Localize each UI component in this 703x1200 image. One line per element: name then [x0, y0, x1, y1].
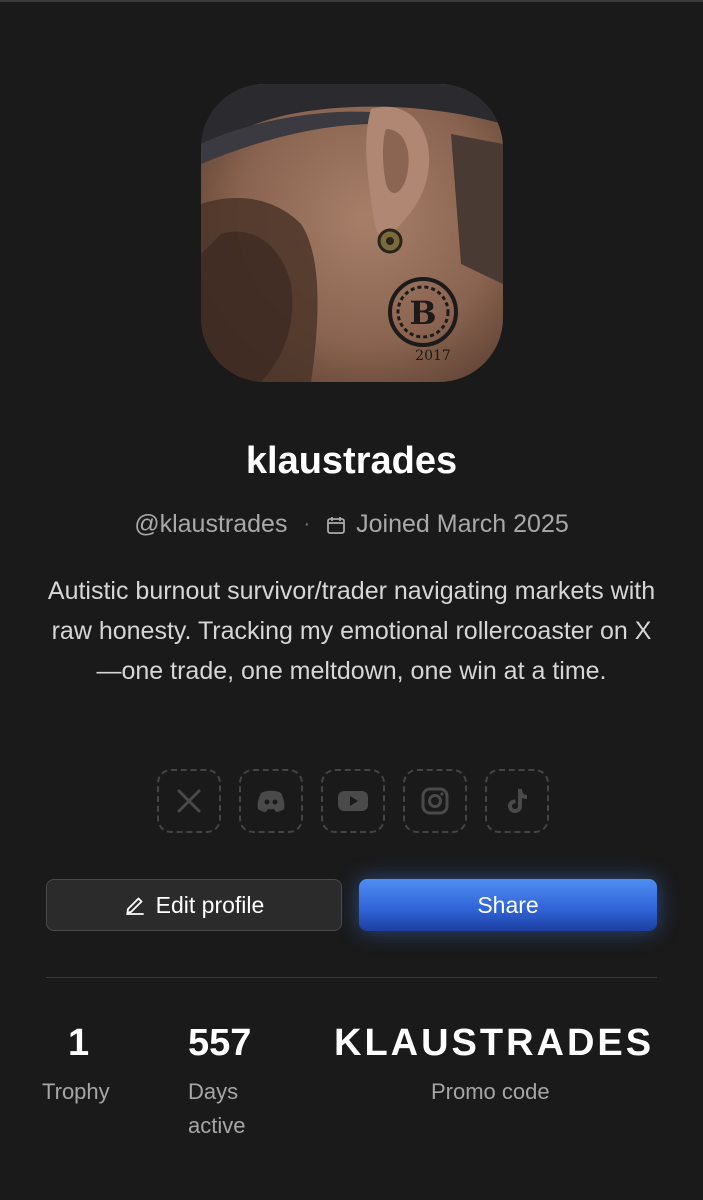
social-discord[interactable] — [238, 769, 303, 833]
instagram-icon — [421, 787, 448, 815]
days-active-label: Days active — [188, 1075, 245, 1143]
youtube-icon — [337, 791, 368, 811]
profile-username: klaustrades — [245, 440, 458, 482]
svg-text:B: B — [409, 294, 436, 332]
promo-code-label: Promo code — [431, 1079, 550, 1104]
share-button[interactable]: Share — [359, 879, 657, 931]
share-label: Share — [477, 891, 539, 918]
social-tiktok[interactable] — [484, 769, 549, 833]
trophy-count: 1 — [68, 1022, 90, 1064]
profile-meta: @klaustrades · Joined March 2025 — [0, 510, 703, 539]
profile-bio: Autistic burnout survivor/trader navigat… — [47, 577, 656, 685]
calendar-icon — [326, 515, 346, 535]
avatar[interactable]: B 2017 — [201, 84, 503, 382]
social-youtube[interactable] — [320, 769, 385, 833]
days-active-count: 557 — [188, 1022, 252, 1064]
joined-date: Joined March 2025 — [356, 510, 569, 538]
promo-code-value[interactable]: KLAUSTRADES — [334, 1022, 654, 1065]
discord-icon — [257, 790, 284, 812]
days-label-line2: active — [188, 1113, 246, 1138]
profile-handle: @klaustrades — [134, 510, 288, 538]
top-divider — [0, 0, 703, 2]
edit-profile-button[interactable]: Edit profile — [46, 879, 342, 931]
social-x[interactable] — [156, 769, 221, 833]
edit-profile-label: Edit profile — [155, 891, 265, 918]
tiktok-icon — [507, 789, 527, 813]
stats-divider — [46, 977, 657, 978]
days-label-line1: Days — [188, 1079, 239, 1104]
tattoo-year: 2017 — [415, 348, 451, 364]
pencil-icon — [124, 894, 146, 916]
social-links — [0, 769, 703, 833]
separator-dot: · — [303, 513, 311, 535]
avatar-photo: B 2017 — [201, 84, 503, 382]
trophy-label: Trophy — [42, 1079, 110, 1104]
social-instagram[interactable] — [402, 769, 467, 833]
x-icon — [177, 789, 200, 813]
